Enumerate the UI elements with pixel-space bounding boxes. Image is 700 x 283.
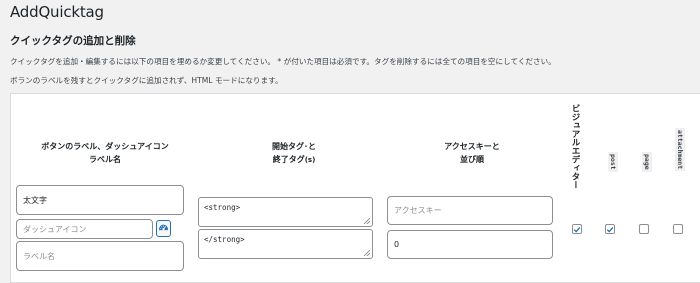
dashicon-picker-button[interactable]	[156, 220, 171, 237]
dashboard-gauge-icon	[158, 219, 169, 238]
post-checkbox[interactable]	[605, 224, 615, 234]
check-icon	[606, 226, 614, 233]
label-name-input[interactable]: ラベル名	[16, 241, 184, 271]
visual-editor-checkbox[interactable]	[572, 224, 582, 234]
attachment-checkbox[interactable]	[673, 224, 683, 234]
column-header-post: post	[608, 152, 618, 172]
column-header-page: page	[642, 152, 652, 172]
description-text: クイックタグを追加・編集するには以下の項目を埋めるか変更してください。 * が付…	[10, 57, 556, 66]
button-label-input[interactable]: 太文字	[16, 185, 184, 215]
column-header-button-label: ボタンのラベル、ダッシュアイコン ラベル名	[41, 142, 169, 164]
description-note: ボランのラベルを残すとクイックタグに追加されず、HTML モードになります。	[10, 76, 283, 85]
column-header-attachment: attachment	[675, 128, 685, 172]
quicktag-table: ボタンのラベル、ダッシュアイコン ラベル名 開始タグ･と 終了タグ(s) アクセ…	[10, 93, 700, 283]
order-input[interactable]: 0	[387, 230, 553, 259]
access-key-input[interactable]: アクセスキー	[387, 196, 553, 225]
page-title: AddQuicktag	[10, 3, 104, 21]
page-checkbox[interactable]	[639, 224, 649, 234]
start-tag-textarea[interactable]: <strong>	[198, 197, 373, 227]
end-tag-textarea[interactable]: </strong>	[198, 229, 373, 259]
dashicon-input[interactable]: ダッシュアイコン	[16, 219, 153, 239]
section-title: クイックタグの追加と削除	[10, 35, 136, 47]
column-header-access-key: アクセスキーと 並び順	[444, 142, 500, 164]
column-header-tags: 開始タグ･と 終了タグ(s)	[272, 142, 316, 164]
check-icon	[573, 226, 581, 233]
column-header-visual-editor: ビジュアルエディター	[570, 104, 580, 189]
